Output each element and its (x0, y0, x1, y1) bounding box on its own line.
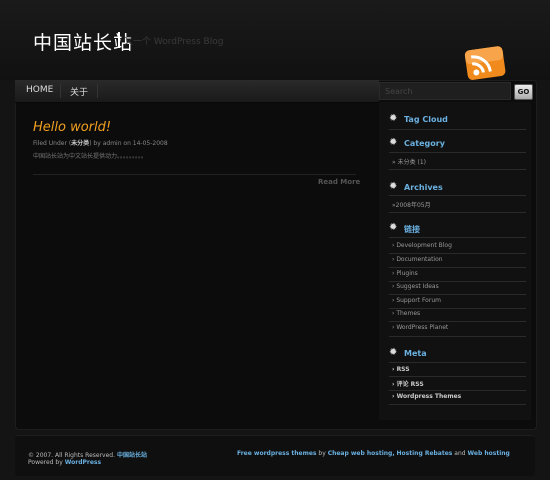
widget-divider (389, 376, 526, 377)
nav-separator (97, 84, 98, 98)
widget-divider (389, 169, 526, 170)
widget-divider (389, 390, 526, 391)
footer-copyright: © 2007. All Rights Reserved. 中国站长站 (28, 452, 147, 459)
gear-icon: ✹ (389, 181, 398, 192)
widget-divider (389, 308, 526, 309)
search-input[interactable]: Search (379, 82, 511, 100)
post-category-link[interactable]: 未分类 (71, 140, 89, 147)
rss-feed-icon[interactable] (462, 42, 510, 82)
link-item[interactable]: › Suggest Ideas (392, 283, 439, 290)
read-more-link[interactable]: Read More (318, 178, 360, 186)
gear-icon: ✹ (389, 347, 398, 358)
widget-divider (389, 404, 526, 405)
post-divider (33, 174, 356, 175)
widget-divider (389, 152, 526, 153)
widget-divider (389, 281, 526, 282)
archive-item[interactable]: »2008年05月 (392, 200, 431, 209)
link-item[interactable]: › Development Blog (392, 242, 452, 249)
widget-divider (389, 253, 526, 254)
gear-icon: ✹ (389, 113, 398, 124)
web-hosting-link[interactable]: Web hosting (468, 450, 510, 457)
widget-divider (389, 195, 526, 196)
widget-divider (389, 362, 526, 363)
widget-title-archives: Archives (404, 183, 443, 192)
nav-home[interactable]: HOME (26, 85, 53, 95)
meta-item[interactable]: › RSS (392, 366, 410, 373)
widget-divider (389, 237, 526, 238)
post-meta: Filed Under (未分类) by admin on 14-05-2008 (33, 140, 168, 147)
widget-divider (389, 321, 526, 322)
hosting-rebates-link[interactable]: Hosting Rebates (397, 450, 453, 457)
gear-icon: ✹ (389, 222, 398, 233)
widget-title-category: Category (404, 139, 445, 148)
widget-title-links: 链接 (404, 225, 420, 234)
widget-divider (389, 294, 526, 295)
footer-credits: Free wordpress themes by Cheap web hosti… (237, 450, 510, 457)
widget-title-meta: Meta (404, 349, 427, 358)
widget-divider (389, 267, 526, 268)
meta-item[interactable]: › Wordpress Themes (392, 393, 461, 400)
link-item[interactable]: › Themes (392, 310, 420, 317)
post-excerpt: 中国站长站为中文站长提供动力。。。。。。。。。 (33, 153, 148, 160)
search-go-button[interactable]: GO (514, 84, 533, 100)
free-themes-link[interactable]: Free wordpress themes (237, 450, 316, 457)
title-cursor-bar (118, 32, 120, 48)
link-item[interactable]: › Documentation (392, 256, 443, 263)
footer-wordpress-link[interactable]: WordPress (65, 459, 101, 466)
widget-divider (389, 212, 526, 213)
post-title[interactable]: Hello world! (33, 120, 111, 135)
link-item[interactable]: › Plugins (392, 270, 418, 277)
category-item[interactable]: » 未分类 (1) (392, 157, 426, 166)
site-tagline: 又一个 WordPress Blog (124, 37, 224, 47)
footer-site-link[interactable]: 中国站长站 (117, 452, 147, 459)
widget-divider (389, 336, 526, 337)
nav-separator (60, 84, 61, 98)
widget-divider (389, 129, 526, 130)
meta-item[interactable]: › 评论 RSS (392, 379, 424, 388)
link-item[interactable]: › WordPress Planet (392, 324, 448, 331)
cheap-hosting-link[interactable]: Cheap web hosting, (328, 450, 395, 457)
gear-icon: ✹ (389, 137, 398, 148)
footer-powered: Powered by WordPress (28, 459, 102, 466)
main-nav: HOME 关于 (15, 80, 379, 103)
nav-about[interactable]: 关于 (70, 85, 88, 98)
widget-title-tag-cloud: Tag Cloud (404, 115, 448, 124)
link-item[interactable]: › Support Forum (392, 297, 441, 304)
